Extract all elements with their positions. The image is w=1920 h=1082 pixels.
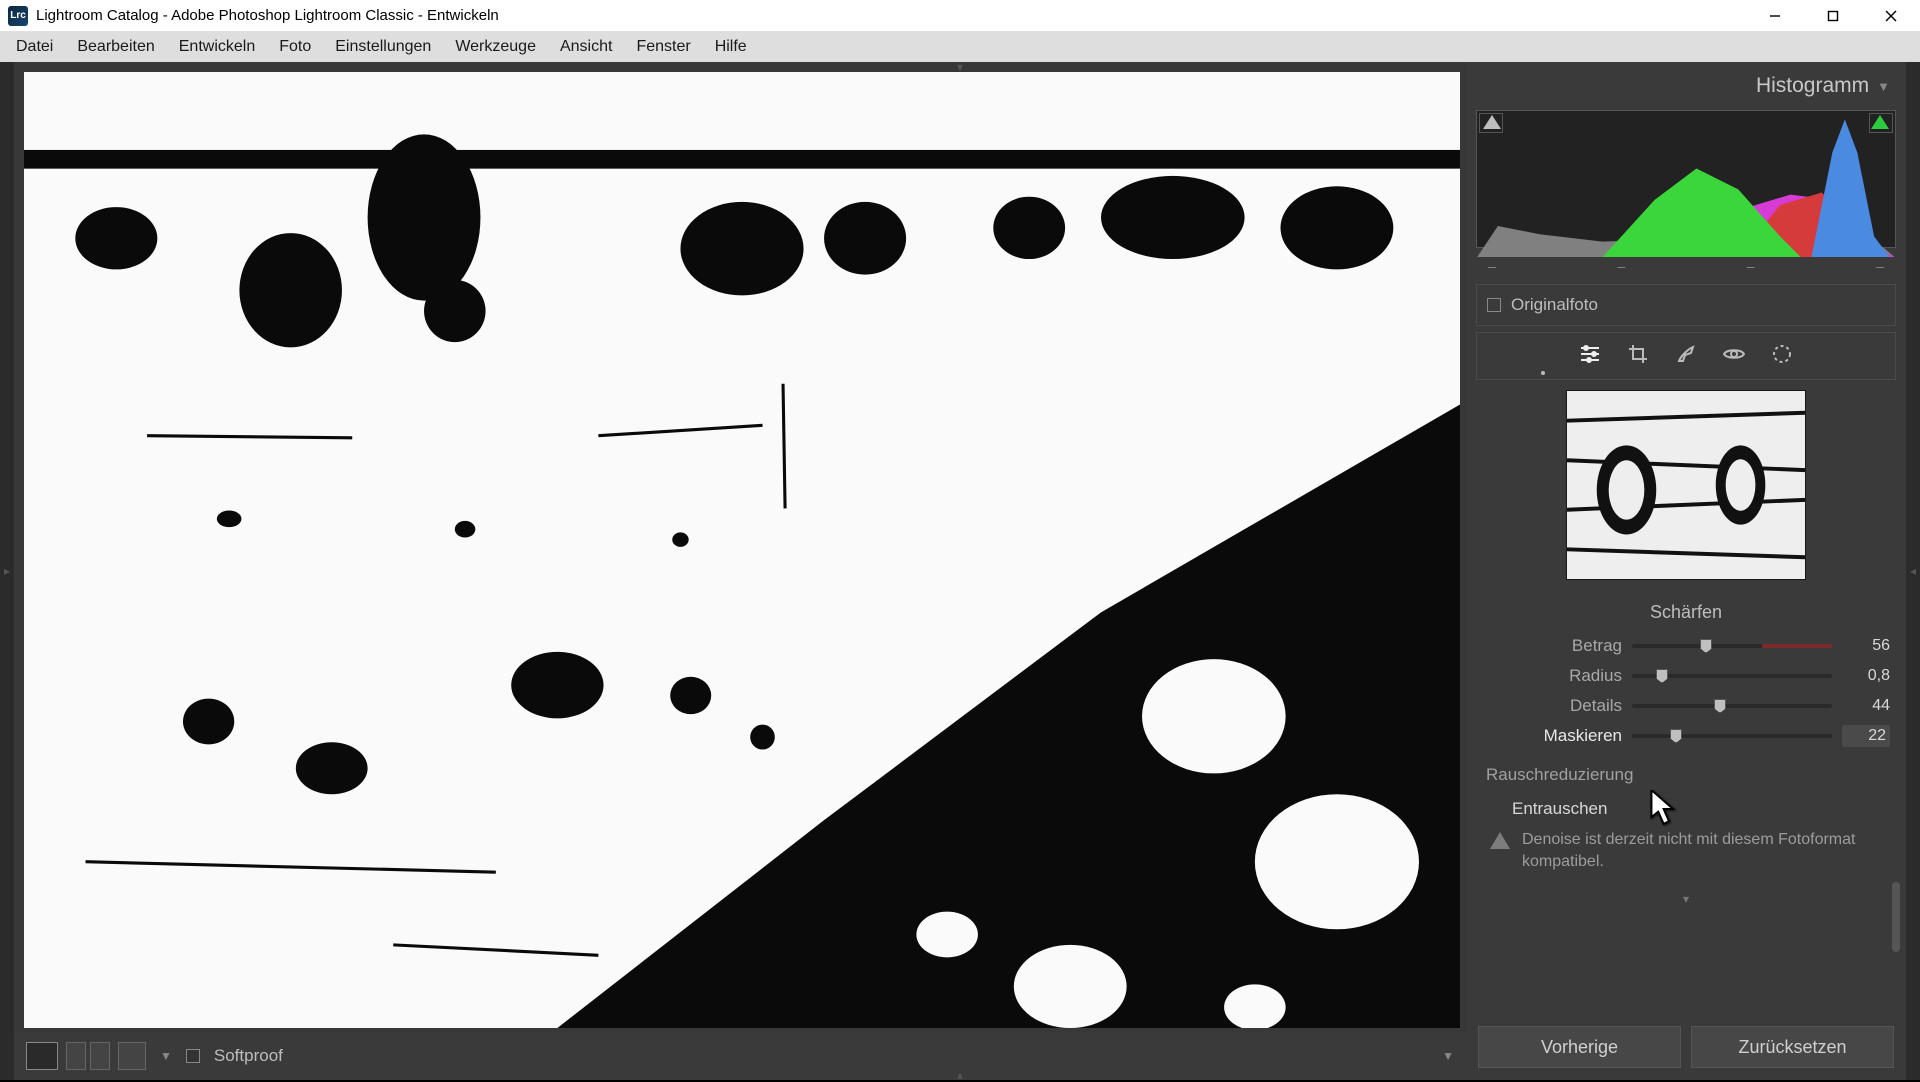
masking-label: Maskieren [1482,726,1622,746]
sliders-icon[interactable] [1579,343,1601,365]
compare-split-button[interactable] [90,1042,110,1070]
app-menubar: Datei Bearbeiten Entwickeln Foto Einstel… [0,32,1920,62]
radius-slider[interactable] [1632,674,1832,678]
histogram-title[interactable]: Histogramm [1756,74,1869,98]
radius-label: Radius [1482,666,1622,686]
amount-value[interactable]: 56 [1842,637,1890,655]
panel-scrollbar[interactable] [1892,882,1900,952]
histogram-collapse-icon[interactable]: ▼ [1877,79,1890,94]
menu-entwickeln[interactable]: Entwickeln [169,35,265,59]
previous-button[interactable]: Vorherige [1478,1026,1681,1068]
toolbar-options-caret-icon[interactable]: ▼ [1442,1049,1454,1063]
image-canvas[interactable] [24,72,1460,1028]
panel-more-caret-icon[interactable]: ▾ [1472,892,1900,906]
softproof-checkbox[interactable] [186,1049,200,1063]
window-titlebar: Lrc Lightroom Catalog - Adobe Photoshop … [0,0,1920,32]
compare-before-after-button[interactable] [66,1042,86,1070]
original-photo-row[interactable]: Originalfoto [1476,284,1896,326]
denoise-warning-text: Denoise ist derzeit nicht mit diesem Fot… [1522,829,1882,872]
details-slider[interactable] [1632,704,1832,708]
redeye-icon[interactable] [1723,343,1745,365]
noise-reduction-header[interactable]: Rauschreduzierung [1482,751,1890,789]
menu-einstellungen[interactable]: Einstellungen [325,35,441,59]
window-maximize-button[interactable] [1804,0,1862,32]
expand-right-icon: ◂ [1906,564,1920,578]
menu-foto[interactable]: Foto [269,35,321,59]
compare-grid-button[interactable] [118,1042,146,1070]
app-icon: Lrc [8,6,28,26]
details-label: Details [1482,696,1622,716]
menu-fenster[interactable]: Fenster [626,35,700,59]
window-close-button[interactable] [1862,0,1920,32]
histogram-readout: – – – – [1472,254,1900,278]
masking-slider[interactable] [1632,734,1832,738]
radius-value[interactable]: 0,8 [1842,667,1890,685]
amount-label: Betrag [1482,636,1622,656]
detail-preview-thumbnail[interactable] [1566,390,1806,580]
crop-icon[interactable] [1627,343,1649,365]
original-photo-checkbox[interactable] [1487,298,1501,312]
radius-slider-row: Radius 0,8 [1482,661,1890,691]
develop-right-panel: Histogramm ▼ – – – – Originalfoto [1466,62,1906,1080]
right-panel-collapsed[interactable]: ◂ [1906,62,1920,1080]
develop-toolstrip [1476,332,1896,380]
menu-bearbeiten[interactable]: Bearbeiten [67,35,164,59]
masking-value[interactable]: 22 [1842,725,1890,747]
viewmode-menu-caret-icon[interactable]: ▼ [154,1049,178,1063]
warning-icon [1490,832,1510,849]
readout-2: – [1747,258,1755,274]
window-minimize-button[interactable] [1746,0,1804,32]
reset-button[interactable]: Zurücksetzen [1691,1026,1894,1068]
amount-slider[interactable] [1632,644,1832,648]
radial-icon[interactable] [1771,343,1793,365]
window-title: Lightroom Catalog - Adobe Photoshop Ligh… [36,7,1746,24]
amount-slider-row: Betrag 56 [1482,631,1890,661]
readout-1: – [1617,258,1625,274]
readout-3: – [1876,258,1884,274]
loupe-single-view-button[interactable] [26,1042,58,1070]
original-photo-label: Originalfoto [1511,295,1598,315]
loupe-toolbar: ▼ Softproof ▼ [14,1032,1466,1080]
readout-0: – [1488,258,1496,274]
details-value[interactable]: 44 [1842,697,1890,715]
sharpen-section: Schärfen Betrag 56 Radius 0,8 Details 44… [1472,596,1900,890]
menu-werkzeuge[interactable]: Werkzeuge [445,35,546,59]
left-panel-collapsed[interactable]: ▸ [0,62,14,1080]
softproof-label: Softproof [214,1046,283,1066]
menu-hilfe[interactable]: Hilfe [705,35,757,59]
histogram-display[interactable] [1476,110,1896,248]
menu-datei[interactable]: Datei [6,35,63,59]
sharpen-title: Schärfen [1482,602,1890,623]
expand-left-icon: ▸ [0,564,14,578]
details-slider-row: Details 44 [1482,691,1890,721]
brush-icon[interactable] [1675,343,1697,365]
menu-ansicht[interactable]: Ansicht [550,35,622,59]
masking-slider-row: Maskieren 22 [1482,721,1890,751]
denoise-label: Entrauschen [1482,789,1890,823]
